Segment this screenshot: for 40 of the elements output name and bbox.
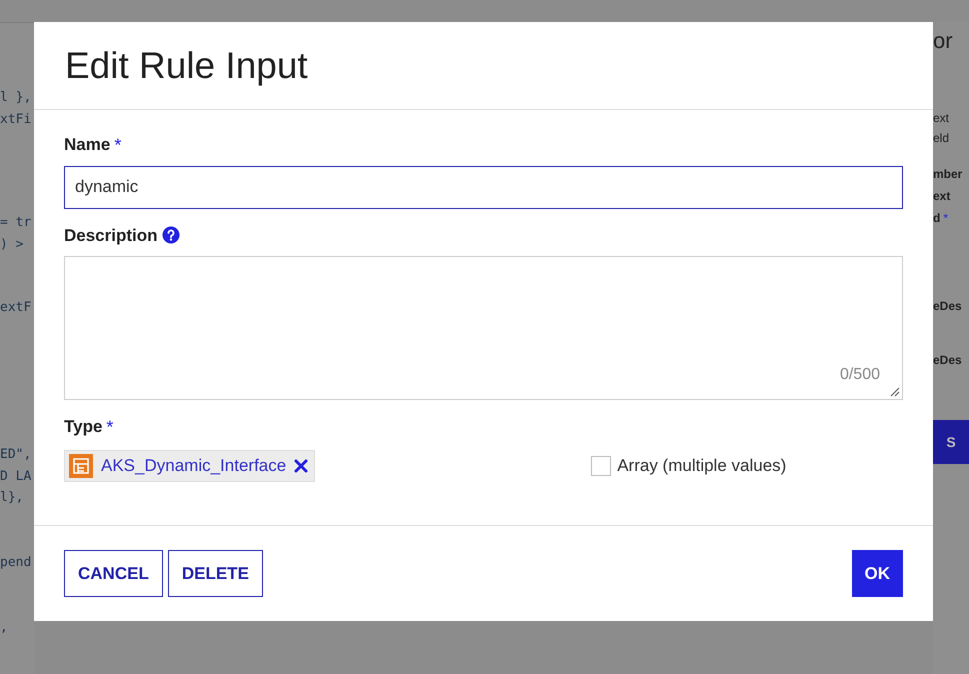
- help-icon[interactable]: [162, 226, 180, 244]
- panel-label: ext: [933, 110, 950, 127]
- code-text: ,: [0, 619, 9, 637]
- code-text: xtFi: [0, 111, 32, 129]
- panel-label: eld: [933, 130, 950, 147]
- panel-label: eDes: [933, 352, 962, 369]
- code-text: D LA: [0, 468, 32, 486]
- required-mark: *: [943, 210, 948, 227]
- array-checkbox[interactable]: [591, 456, 612, 476]
- required-mark: *: [106, 418, 114, 436]
- code-text: extF: [0, 299, 32, 317]
- record-type-icon: [69, 454, 93, 478]
- panel-label: ext: [933, 188, 950, 205]
- panel-label: d: [933, 210, 940, 227]
- ok-button[interactable]: OK: [852, 550, 903, 597]
- required-mark: *: [114, 136, 122, 154]
- panel-label: mber: [933, 166, 962, 183]
- dialog-button[interactable]: DELETE: [168, 550, 263, 597]
- panel-label: eDes: [933, 298, 962, 315]
- name-field[interactable]: dynamic: [64, 166, 903, 208]
- token-label: AKS_Dynamic_Interface: [101, 454, 286, 477]
- code-text: = tr: [0, 214, 32, 232]
- code-text: l },: [0, 89, 32, 107]
- dialog-button[interactable]: CANCEL: [64, 550, 163, 597]
- code-text: l},: [0, 489, 24, 507]
- field-label: Description: [64, 224, 158, 246]
- checkbox-label: Array (multiple values): [617, 454, 786, 477]
- panel-button[interactable]: S: [933, 420, 969, 464]
- character-counter: 0/500: [840, 365, 880, 385]
- resize-handle-icon[interactable]: [890, 387, 900, 397]
- dialog-title: Edit Rule Input: [65, 44, 308, 88]
- field-label: Name: [64, 134, 110, 156]
- code-text: ) >: [0, 236, 24, 254]
- code-text: ED",: [0, 446, 32, 464]
- type-token[interactable]: AKS_Dynamic_Interface: [64, 450, 316, 482]
- field-label: Type: [64, 416, 102, 438]
- panel-heading: or: [933, 27, 954, 55]
- remove-icon[interactable]: [294, 458, 308, 472]
- description-field[interactable]: 0/500: [64, 256, 903, 400]
- code-text: pend: [0, 554, 32, 572]
